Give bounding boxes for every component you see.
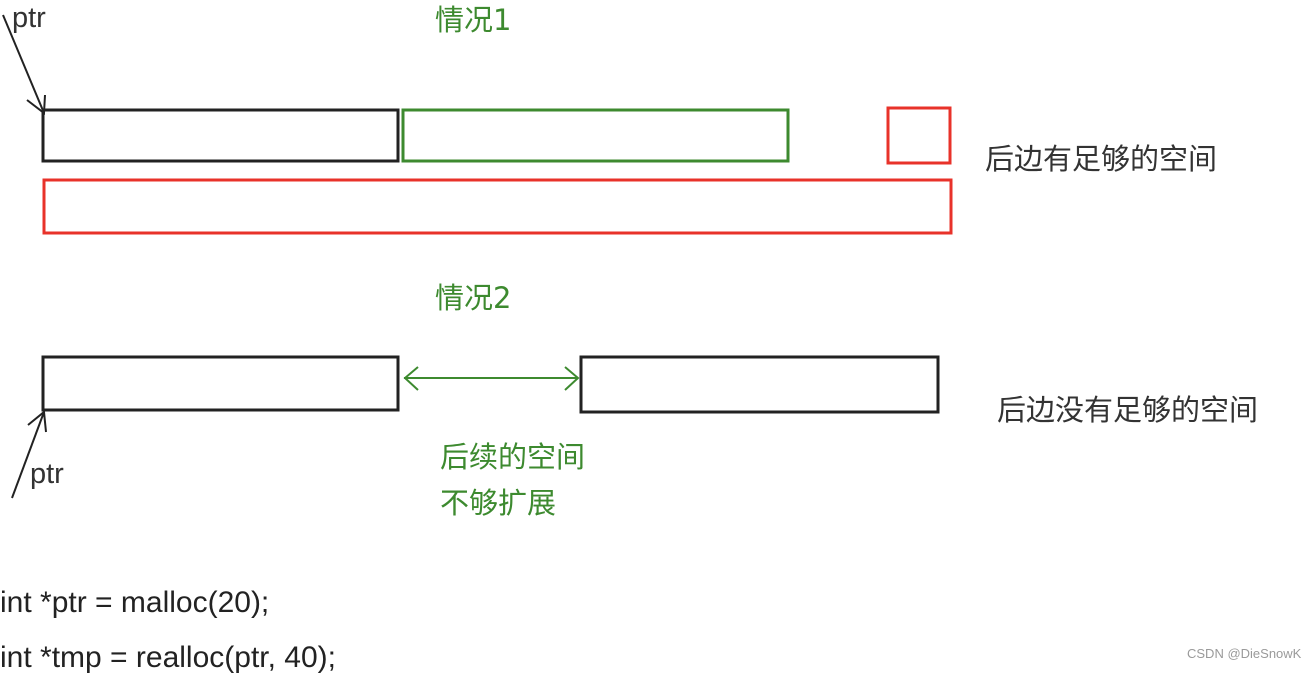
case1-title: 情况1	[435, 3, 512, 37]
extension-block-case1	[401, 108, 790, 163]
original-block-case1	[41, 108, 400, 163]
case2-title: 情况2	[435, 281, 512, 315]
gap-note: 后续的空间 不够扩展	[440, 434, 585, 526]
occupied-block-case1	[886, 106, 952, 165]
code-line-malloc: int *ptr = malloc(20);	[0, 586, 270, 619]
ptr-label-case2: ptr	[30, 458, 64, 490]
realloc-diagram	[2, 14, 953, 499]
case1-note: 后边有足够的空间	[985, 142, 1218, 176]
gap-note-line-1: 后续的空间	[440, 440, 586, 474]
case2-note: 后边没有足够的空间	[997, 393, 1259, 427]
gap-note-line-2: 不够扩展	[440, 486, 557, 520]
watermark: CSDN @DieSnowK	[1187, 646, 1302, 661]
ptr-label-case1: ptr	[12, 2, 46, 34]
original-block-case2	[41, 355, 400, 412]
occupied-block-case2	[579, 355, 940, 414]
realloc-block-case1	[42, 178, 953, 235]
code-line-realloc: int *tmp = realloc(ptr, 40);	[0, 641, 336, 674]
